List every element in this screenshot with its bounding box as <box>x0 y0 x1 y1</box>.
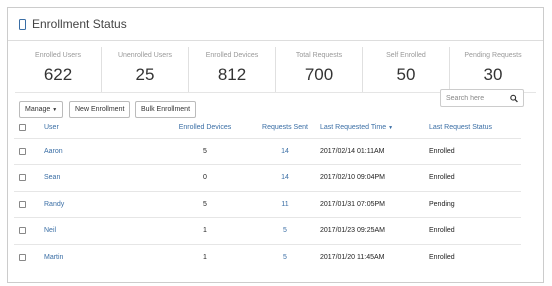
requests-sent-link[interactable]: 14 <box>250 137 320 165</box>
row-checkbox[interactable] <box>19 253 26 261</box>
stat-value: 25 <box>135 65 155 84</box>
new-enrollment-button[interactable]: New Enrollment <box>69 101 131 118</box>
table-row: Martin 1 5 2017/01/20 11:45AM Enrolled <box>14 243 521 271</box>
search-input[interactable] <box>446 92 508 105</box>
select-all-cell <box>14 118 44 138</box>
requests-sent-link[interactable]: 5 <box>250 243 320 271</box>
stat-label: Total Requests <box>295 52 343 59</box>
stat-total-requests: Total Requests 700 <box>275 47 362 92</box>
row-select-cell <box>14 190 44 218</box>
column-header-user[interactable]: User <box>44 118 160 138</box>
stat-label: Enrolled Users <box>35 52 81 59</box>
enrolled-devices-cell: 0 <box>160 164 250 191</box>
stat-self-enrolled: Self Enrolled 50 <box>362 47 449 92</box>
last-requested-time-cell: 2017/02/14 01:11AM <box>320 137 429 165</box>
caret-down-icon: ▼ <box>52 107 58 113</box>
user-link[interactable]: Aaron <box>44 137 160 165</box>
last-request-status-cell: Enrolled <box>429 243 521 271</box>
table-header-row: User Enrolled Devices Requests Sent Last… <box>14 118 521 138</box>
row-checkbox[interactable] <box>19 147 26 155</box>
column-header-enrolled-devices[interactable]: Enrolled Devices <box>160 118 250 138</box>
phone-icon <box>19 18 26 30</box>
bulk-enrollment-button[interactable]: Bulk Enrollment <box>135 101 197 118</box>
enrolled-devices-cell: 1 <box>160 243 250 271</box>
last-requested-time-cell: 2017/01/31 07:05PM <box>320 190 429 218</box>
last-requested-time-cell: 2017/01/20 11:45AM <box>320 243 429 271</box>
sort-desc-icon: ▼ <box>388 125 394 132</box>
row-select-cell <box>14 164 44 191</box>
stat-value: 622 <box>43 65 73 84</box>
column-header-last-request-status[interactable]: Last Request Status <box>429 118 521 138</box>
column-header-label: Last Requested Time <box>320 124 387 132</box>
stat-label: Pending Requests <box>464 52 522 59</box>
stat-unenrolled-users: Unenrolled Users 25 <box>101 47 188 92</box>
manage-button[interactable]: Manage ▼ <box>19 101 64 118</box>
stat-label: Unenrolled Users <box>117 52 173 59</box>
stat-value: 50 <box>396 65 416 84</box>
row-checkbox[interactable] <box>19 227 26 235</box>
table-row: Aaron 5 14 2017/02/14 01:11AM Enrolled <box>14 137 521 165</box>
column-header-last-requested-time[interactable]: Last Requested Time ▼ <box>320 118 429 138</box>
user-link[interactable]: Sean <box>44 164 160 191</box>
search-icon[interactable] <box>510 94 518 103</box>
manage-label: Manage <box>25 106 51 113</box>
last-requested-time-cell: 2017/01/23 09:25AM <box>320 217 429 244</box>
last-requested-time-cell: 2017/02/10 09:04PM <box>320 164 429 191</box>
row-select-cell <box>14 217 44 244</box>
enrollment-table: User Enrolled Devices Requests Sent Last… <box>14 118 521 271</box>
stat-enrolled-devices: Enrolled Devices 812 <box>188 47 275 92</box>
stat-pending-requests: Pending Requests 30 <box>449 47 536 92</box>
requests-sent-link[interactable]: 5 <box>250 217 320 244</box>
stats-row: Enrolled Users 622 Unenrolled Users 25 E… <box>8 47 543 92</box>
user-link[interactable]: Randy <box>44 190 160 218</box>
enrolled-devices-cell: 5 <box>160 190 250 218</box>
table-row: Neil 1 5 2017/01/23 09:25AM Enrolled <box>14 217 521 244</box>
select-all-checkbox[interactable] <box>19 124 26 132</box>
row-checkbox[interactable] <box>19 200 26 208</box>
row-select-cell <box>14 137 44 165</box>
enrolled-devices-cell: 1 <box>160 217 250 244</box>
requests-sent-link[interactable]: 14 <box>250 164 320 191</box>
requests-sent-link[interactable]: 11 <box>250 190 320 218</box>
panel-header: Enrollment Status <box>8 8 543 41</box>
last-request-status-cell: Enrolled <box>429 137 521 165</box>
stat-enrolled-users: Enrolled Users 622 <box>15 47 101 92</box>
user-link[interactable]: Martin <box>44 243 160 271</box>
stat-value: 700 <box>304 65 334 84</box>
last-request-status-cell: Pending <box>429 190 521 218</box>
last-request-status-cell: Enrolled <box>429 217 521 244</box>
enrolled-devices-cell: 5 <box>160 137 250 165</box>
stat-label: Self Enrolled <box>386 52 426 59</box>
search-box <box>440 89 524 107</box>
stat-value: 30 <box>483 65 503 84</box>
stat-label: Enrolled Devices <box>205 52 259 59</box>
column-header-requests-sent[interactable]: Requests Sent <box>250 118 320 138</box>
page-title: Enrollment Status <box>32 17 127 31</box>
table-row: Randy 5 11 2017/01/31 07:05PM Pending <box>14 190 521 218</box>
row-select-cell <box>14 243 44 271</box>
stat-value: 812 <box>217 65 247 84</box>
row-checkbox[interactable] <box>19 174 26 182</box>
user-link[interactable]: Neil <box>44 217 160 244</box>
last-request-status-cell: Enrolled <box>429 164 521 191</box>
table-row: Sean 0 14 2017/02/10 09:04PM Enrolled <box>14 164 521 191</box>
